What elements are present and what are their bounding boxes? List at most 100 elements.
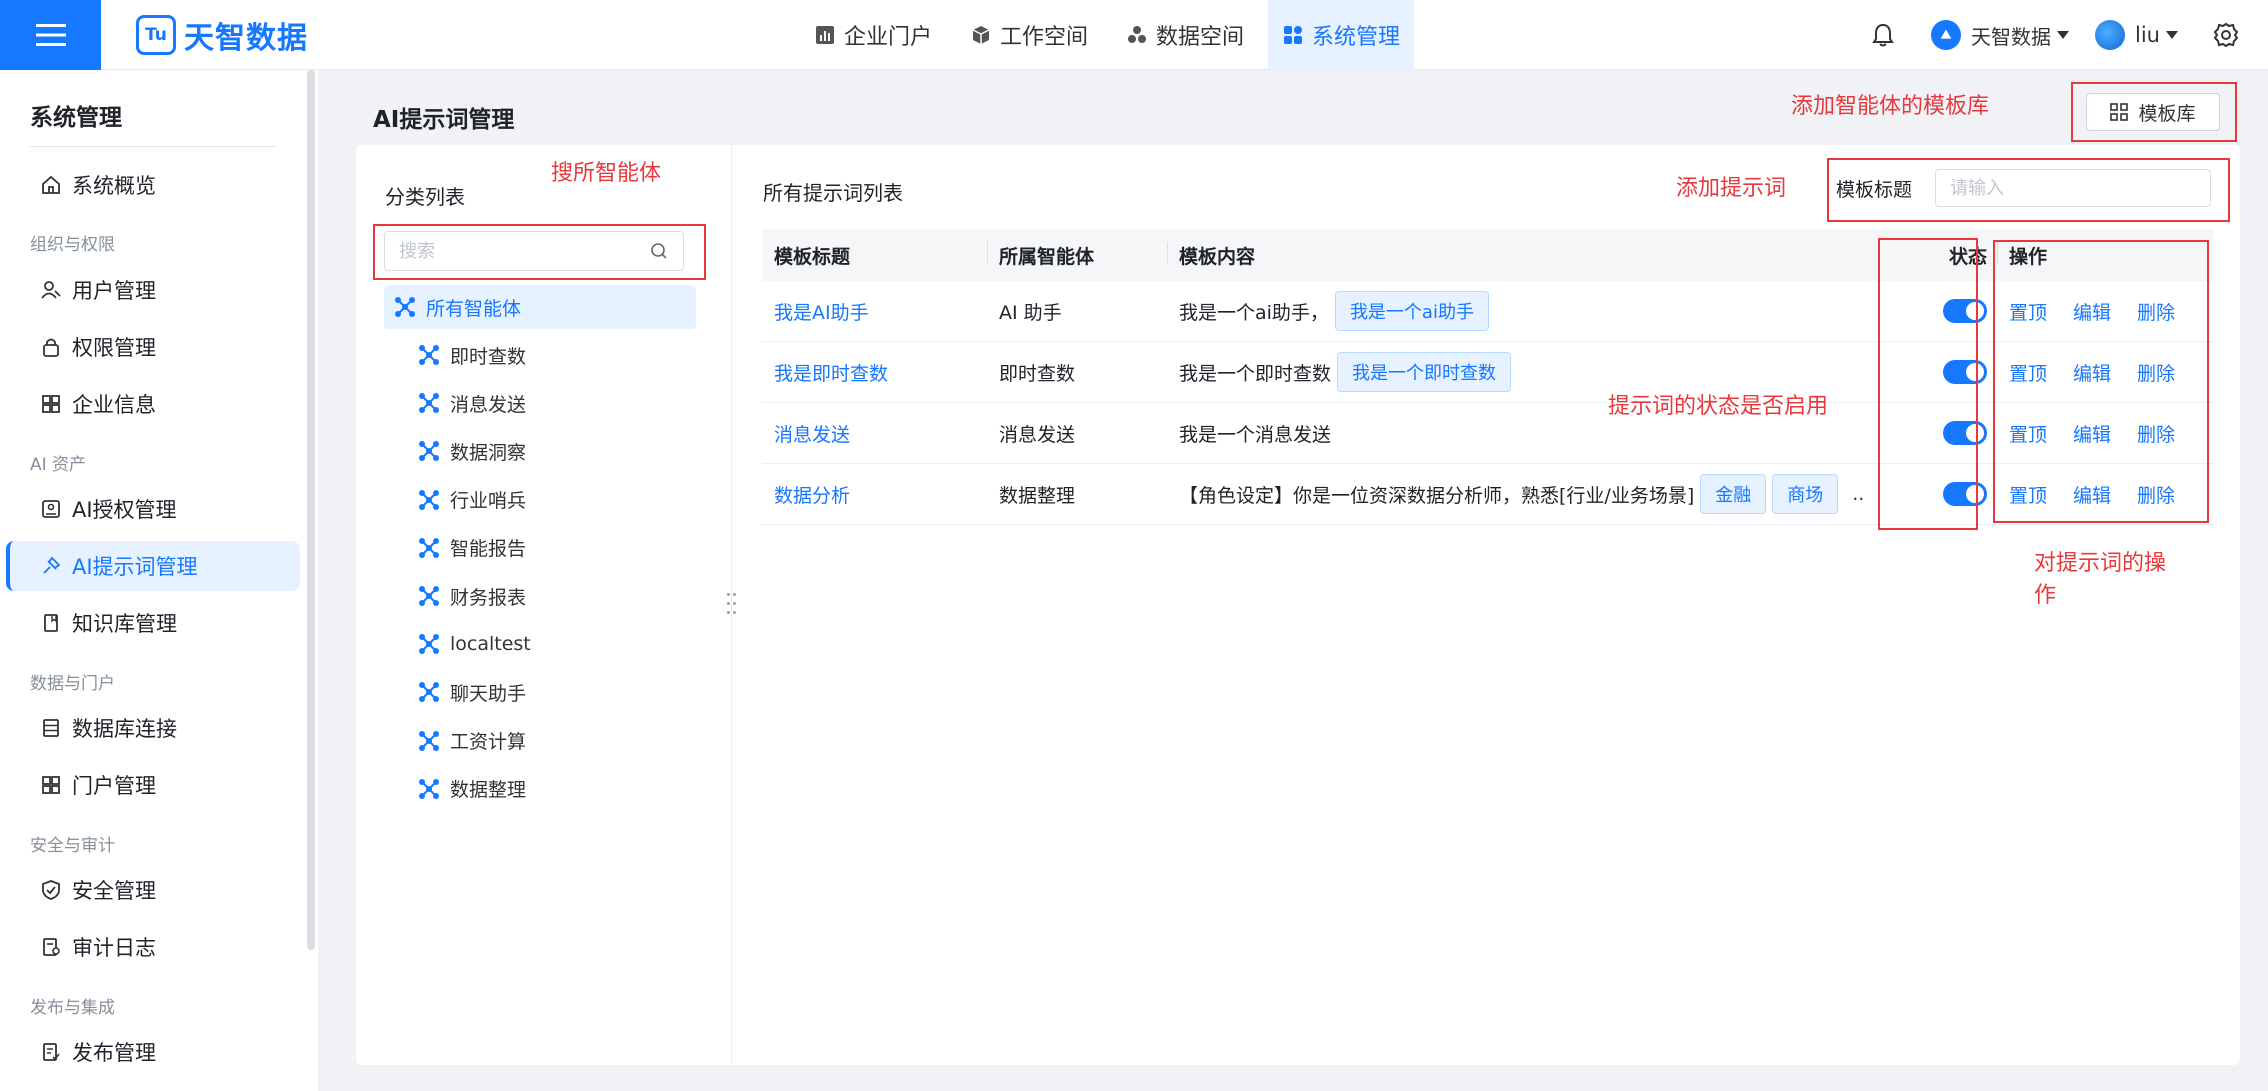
category-title: 分类列表 [385,185,465,209]
category-pane: 分类列表 所有智能体 即时查数消息发送数据洞察行业哨兵智能报告财务报表 local… [356,145,732,1065]
sidebar: 系统管理 系统概览 组织与权限 用户管理 权限管理 企业信息 AI 资产 AI授… [0,70,318,1091]
tree-item-agent[interactable]: 工资计算 [418,719,688,763]
tree-item-label: 聊天助手 [450,682,527,705]
sidebar-item-label: 发布管理 [72,1041,156,1065]
app-logo[interactable]: Tu 天智数据 [136,14,308,56]
tree-item-label: 智能报告 [450,538,527,561]
agent-icon [419,345,439,365]
sidebar-item-database[interactable]: 数据库连接 [6,703,300,753]
prompt-agent: 数据整理 [999,484,1076,507]
prompt-title-link[interactable]: 消息发送 [762,420,987,447]
page-title: AI提示词管理 [373,107,515,133]
tree-item-agent[interactable]: 智能报告 [418,526,688,570]
sidebar-item-overview[interactable]: 系统概览 [6,160,300,210]
prompt-content-text: 我是一个消息发送 [1179,423,1332,446]
publish-icon [43,1043,60,1061]
grid-icon [1284,26,1303,44]
top-right-tools: 天智数据 liu [1869,0,2240,70]
cubes-icon [1128,26,1147,43]
apps-icon [42,776,60,794]
tree-item-agent[interactable]: 数据洞察 [418,429,688,473]
user-menu[interactable]: liu [2095,20,2178,50]
annotation-box-status [1878,238,1978,530]
prompt-content: 我是一个即时查数 我是一个即时查数 [1167,352,1887,392]
database-icon [43,719,59,737]
top-nav-dataspace[interactable]: 数据空间 [1112,0,1258,70]
sidebar-item-label: 门户管理 [72,774,156,798]
logo-text: 天智数据 [184,21,308,56]
top-nav-label: 工作空间 [1000,25,1089,50]
scrollbar[interactable] [307,70,315,950]
prompt-content-text: 我是一个即时查数 [1179,362,1332,385]
tree-item-agent[interactable]: 即时查数 [418,333,688,377]
tree-item-label: 数据洞察 [450,441,527,464]
prompt-title-link[interactable]: 我是即时查数 [762,359,987,386]
prompt-title-link[interactable]: 我是AI助手 [762,298,987,325]
pane-resize-handle[interactable] [724,593,738,617]
sidebar-item-label: 知识库管理 [72,612,177,636]
sidebar-group-label: 安全与审计 [30,836,115,856]
content-tag[interactable]: 金融 [1700,474,1767,514]
prompt-content-text: 我是一个ai助手， [1179,301,1329,324]
top-nav-portal[interactable]: 企业门户 [800,0,946,70]
content-tag[interactable]: 我是一个ai助手 [1334,291,1489,331]
sidebar-item-users[interactable]: 用户管理 [6,265,300,315]
annotation-box-add-prompt [1827,158,2230,222]
column-header-title: 模板标题 [774,245,851,268]
sidebar-item-label: 企业信息 [72,393,156,417]
top-nav-system[interactable]: 系统管理 [1268,0,1415,70]
tree-item-label: 行业哨兵 [450,490,527,513]
annotation-ops-line1: 对提示词的操 [2034,551,2167,576]
sidebar-title: 系统管理 [30,105,122,131]
annotation-box-search [373,224,706,280]
prompt-title-link[interactable]: 数据分析 [762,481,987,508]
audit-icon [43,938,60,956]
top-nav-workspace[interactable]: 工作空间 [956,0,1102,70]
content-tag[interactable]: 我是一个即时查数 [1337,352,1512,392]
prompt-agent: 消息发送 [999,423,1076,446]
tree-item-agent[interactable]: 行业哨兵 [418,478,688,522]
top-nav-label: 系统管理 [1312,25,1401,50]
sidebar-item-security[interactable]: 安全管理 [6,865,300,915]
content-tag[interactable]: 商场 [1772,474,1839,514]
sidebar-item-label: 系统概览 [72,174,156,198]
top-bar: Tu 天智数据 企业门户 工作空间 数据空间 系统管理 天智数据 liu [0,0,2268,70]
sidebar-item-ai-license[interactable]: AI授权管理 [6,484,300,534]
org-switcher[interactable]: 天智数据 [1931,20,2070,50]
menu-toggle-button[interactable] [0,0,101,70]
top-nav-label: 数据空间 [1156,25,1245,50]
apps-icon [42,395,60,413]
tree-item-agent[interactable]: 财务报表 [418,574,688,618]
agent-icon [419,586,439,606]
lock-icon [43,338,59,357]
gear-icon[interactable] [2212,21,2240,49]
tree-item-agent[interactable]: 消息发送 [418,381,688,425]
tree-item-agent[interactable]: localtest [418,622,688,666]
tree-item-agent[interactable]: 数据整理 [418,767,688,811]
sidebar-group-label: 组织与权限 [30,235,115,255]
sidebar-item-company[interactable]: 企业信息 [6,379,300,429]
sidebar-item-label: 权限管理 [72,336,156,360]
tree-item-all-agents[interactable]: 所有智能体 [384,285,696,329]
annotation-add-template: 添加智能体的模板库 [1791,94,1990,119]
bell-icon[interactable] [1869,21,1897,49]
prompt-content: 我是一个消息发送 [1167,420,1887,447]
tree-item-agent[interactable]: 聊天助手 [418,670,688,714]
sidebar-item-knowledge[interactable]: 知识库管理 [6,598,300,648]
sidebar-item-publish[interactable]: 发布管理 [6,1027,300,1077]
prompt-agent: AI 助手 [999,301,1062,324]
sidebar-item-portal[interactable]: 门户管理 [6,760,300,810]
content-overflow: .. [1852,483,1865,505]
tree-item-label: localtest [450,633,531,656]
user-name: liu [2135,23,2160,47]
prompt-content-text: 【角色设定】你是一位资深数据分析师，熟悉[行业/业务场景] [1179,484,1695,507]
license-icon [42,500,60,518]
agent-icon [419,489,439,510]
sidebar-item-ai-prompt[interactable]: AI提示词管理 [6,541,300,591]
hamburger-icon [35,24,66,46]
tree-item-label: 财务报表 [450,586,527,609]
user-icon [41,281,61,299]
tree-item-label: 数据整理 [450,779,527,802]
sidebar-item-permissions[interactable]: 权限管理 [6,322,300,372]
sidebar-item-audit[interactable]: 审计日志 [6,922,300,972]
